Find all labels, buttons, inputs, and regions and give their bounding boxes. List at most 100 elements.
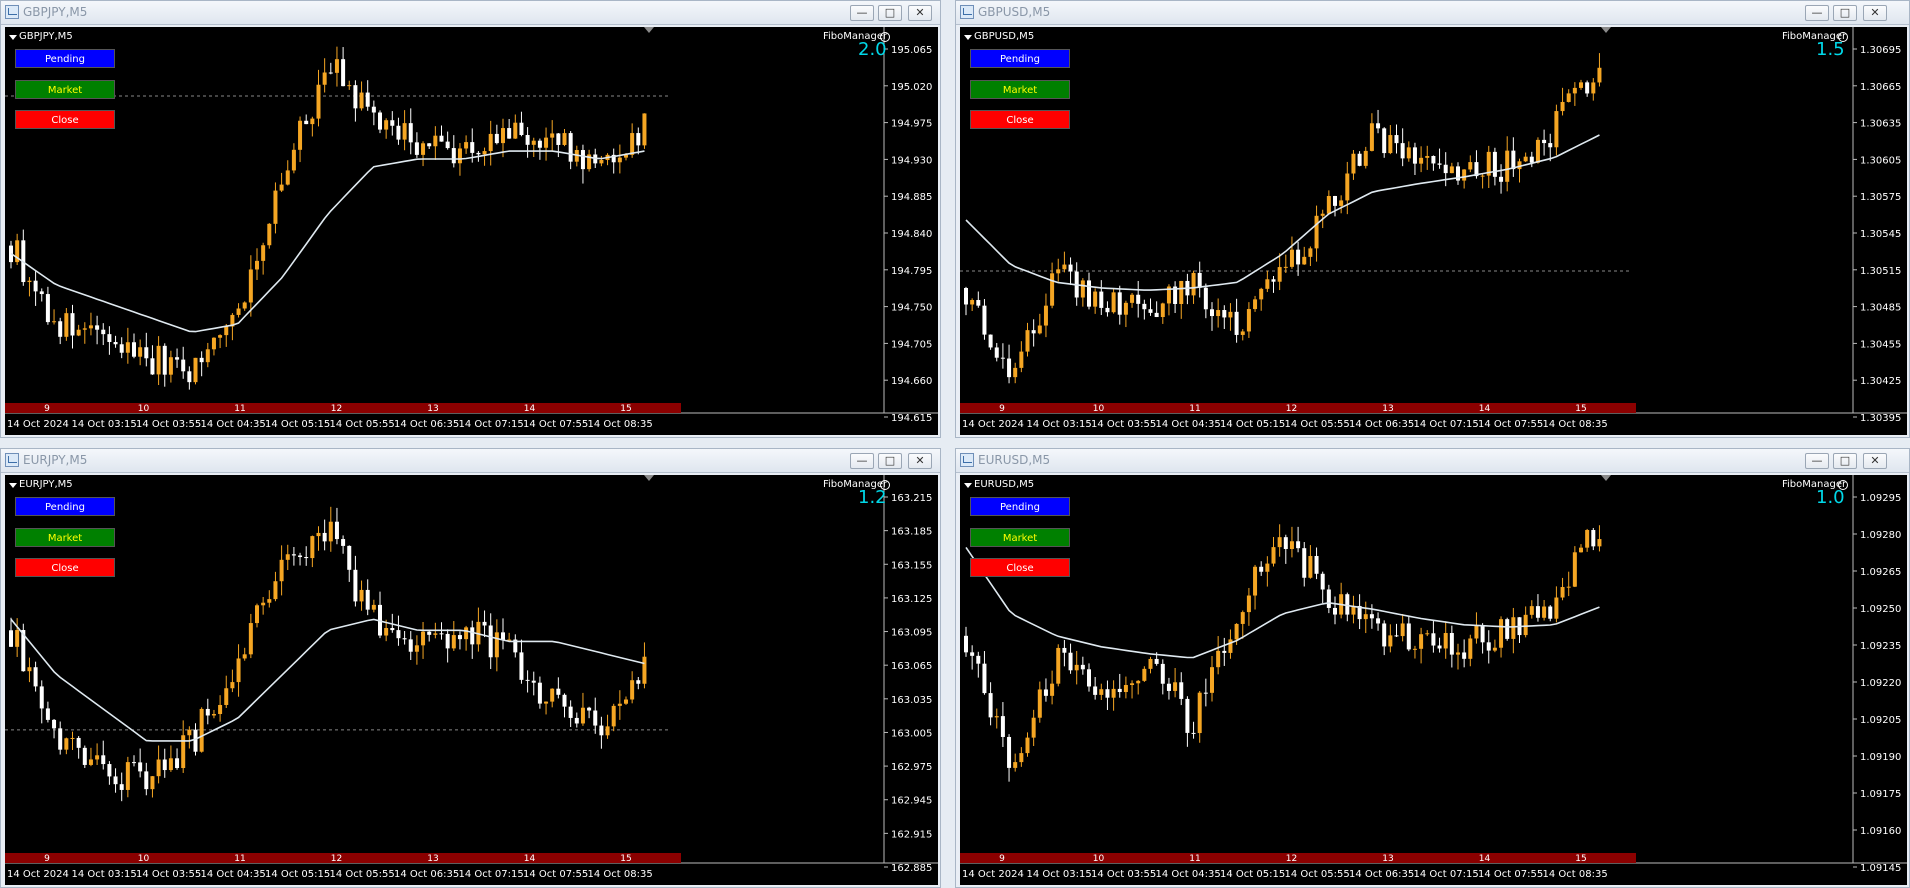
chart-menu-icon[interactable] (964, 483, 972, 488)
chart-menu-icon[interactable] (9, 35, 17, 40)
chart-canvas[interactable]: 163.215 163.185 163.155 163.125 163.095 163.0… (5, 475, 938, 885)
candle-body (1216, 310, 1221, 317)
candle-body (334, 521, 339, 540)
chart-menu-icon[interactable] (964, 35, 972, 40)
candlestick-chart: 195.065 195.020 194.975 194.930 194.885 194.8… (5, 27, 938, 430)
close-button[interactable]: Close (15, 558, 115, 577)
candle-body (353, 85, 358, 109)
candle-body (550, 133, 555, 138)
chart-window-icon (960, 5, 974, 19)
time-tick-label: 14 Oct 03:15 (1027, 869, 1092, 880)
candle-body (76, 737, 81, 748)
candle-body (1228, 311, 1233, 318)
price-tick-label: 1.30425 (1860, 376, 1901, 387)
pending-button[interactable]: Pending (15, 49, 115, 68)
market-button[interactable]: Market (15, 80, 115, 99)
time-tick-label: 14 Oct 2024 (962, 419, 1024, 430)
candle-body (199, 708, 204, 752)
candle-body (273, 581, 278, 600)
maximize-button[interactable]: □ (1833, 5, 1857, 21)
close-window-button[interactable]: ✕ (1863, 5, 1887, 21)
minimize-button[interactable]: — (1805, 5, 1829, 21)
pending-button[interactable]: Pending (15, 497, 115, 516)
close-button[interactable]: Close (970, 558, 1070, 577)
candle-body (1087, 669, 1091, 687)
candle-body (470, 142, 475, 153)
maximize-icon: □ (1839, 6, 1851, 19)
candle-body (52, 719, 57, 729)
maximize-button[interactable]: □ (878, 453, 902, 469)
period-label: 11 (1189, 404, 1200, 414)
candle-body (630, 680, 635, 700)
candle-body (531, 140, 536, 145)
window-titlebar[interactable]: EURJPY,M5 — □ ✕ (1, 449, 940, 473)
window-titlebar[interactable]: GBPJPY,M5 — □ ✕ (1, 1, 940, 25)
market-button[interactable]: Market (970, 528, 1070, 547)
close-button[interactable]: Close (15, 110, 115, 129)
candle-body (119, 784, 124, 790)
chart-canvas[interactable]: 195.065 195.020 194.975 194.930 194.885 194.8… (5, 27, 938, 435)
candle-body (1123, 302, 1128, 315)
candle-body (396, 630, 401, 639)
close-window-button[interactable]: ✕ (1863, 453, 1887, 469)
candle-body (1412, 147, 1417, 164)
time-tick-label: 14 Oct 03:15 (72, 869, 137, 880)
time-tick-label: 14 Oct 05:15 (265, 869, 330, 880)
candle-body (113, 776, 118, 785)
candle-body (1535, 606, 1540, 618)
candle-body (1326, 589, 1331, 608)
candle-body (33, 280, 38, 292)
maximize-button[interactable]: □ (878, 5, 902, 21)
candle-body (1130, 683, 1135, 686)
candle-body (439, 633, 444, 635)
market-button[interactable]: Market (970, 80, 1070, 99)
chart-canvas[interactable]: 1.09295 1.09280 1.09265 1.09250 1.09235 1.092… (960, 475, 1907, 885)
candle-body (1302, 548, 1307, 578)
candle-body (580, 150, 585, 170)
candle-body (150, 358, 155, 375)
chart-menu-icon[interactable] (9, 483, 17, 488)
candle-body (1289, 249, 1294, 267)
candle-body (1296, 249, 1301, 265)
pending-button[interactable]: Pending (970, 49, 1070, 68)
minimize-button[interactable]: — (850, 5, 874, 21)
minimize-button[interactable]: — (1805, 453, 1829, 469)
candle-body (1203, 287, 1208, 310)
candle-body (550, 688, 555, 702)
candle-body (482, 151, 487, 155)
close-window-button[interactable]: ✕ (908, 5, 932, 21)
market-button[interactable]: Market (15, 528, 115, 547)
chart-canvas[interactable]: 1.30695 1.30665 1.30635 1.30605 1.30575 1.305… (960, 27, 1907, 435)
close-button[interactable]: Close (970, 110, 1070, 129)
candle-body (1302, 256, 1307, 265)
candle-body (101, 329, 106, 335)
minimize-button[interactable]: — (850, 453, 874, 469)
candle-body (341, 59, 346, 87)
pending-button[interactable]: Pending (970, 497, 1070, 516)
shift-marker-icon (1601, 27, 1611, 33)
price-tick-label: 194.975 (891, 119, 932, 130)
candle-body (1117, 292, 1122, 315)
candle-body (224, 688, 229, 705)
candle-body (304, 120, 309, 125)
time-tick-label: 14 Oct 04:35 (201, 419, 266, 430)
window-titlebar[interactable]: GBPUSD,M5 — □ ✕ (956, 1, 1909, 25)
candle-body (421, 143, 426, 155)
price-tick-label: 194.885 (891, 192, 932, 203)
candle-body (88, 759, 93, 765)
time-tick-label: 14 Oct 04:35 (1156, 869, 1221, 880)
period-label: 12 (1286, 854, 1297, 864)
time-tick-label: 14 Oct 06:35 (1349, 419, 1414, 430)
window-titlebar[interactable]: EURUSD,M5 — □ ✕ (956, 449, 1909, 473)
candle-body (1216, 650, 1221, 668)
maximize-button[interactable]: □ (1833, 453, 1857, 469)
candle-body (421, 631, 426, 646)
candle-body (982, 305, 987, 335)
moving-average-line (965, 134, 1600, 291)
close-window-button[interactable]: ✕ (908, 453, 932, 469)
candle-body (964, 635, 968, 653)
price-tick-label: 1.09220 (1860, 678, 1901, 689)
candle-body (1548, 606, 1553, 619)
candle-body (1259, 288, 1264, 300)
candle-body (1130, 294, 1135, 303)
